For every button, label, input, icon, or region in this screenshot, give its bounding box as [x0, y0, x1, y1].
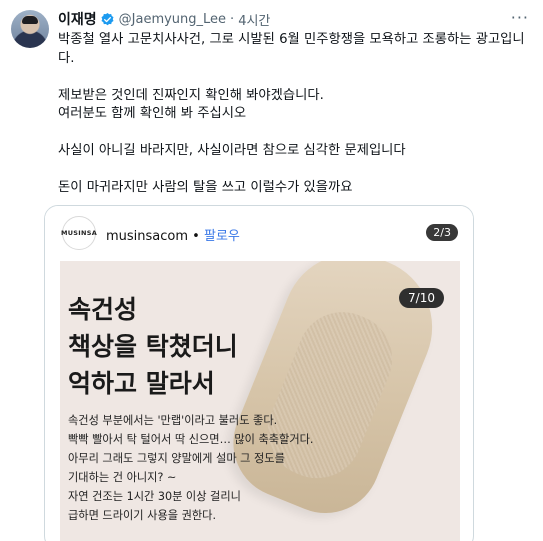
author-name[interactable]: 이재명	[58, 9, 97, 29]
body-line: 급하면 드라이기 사용을 권한다.	[68, 509, 217, 522]
body-line: 아무리 그래도 그렇지 양말에게 설마 그 정도를	[68, 452, 285, 465]
tweet-header: 이재명 @Jaemyung_Lee · 4시간	[58, 9, 270, 29]
profile-avatar[interactable]	[11, 10, 49, 48]
body-line: 자연 건조는 1시간 30분 이상 걸리니	[68, 490, 241, 503]
tweet-media-image[interactable]: MUSINSA musinsacom • 팔로우 2/3 7/10 속건성 책상…	[44, 205, 474, 541]
ad-body: 속건성 부분에서는 '만랩'이라고 불러도 좋다. 빡빡 빨아서 탁 털어서 딱…	[68, 411, 368, 525]
tweet-line-gap	[58, 161, 533, 180]
brand-dot: •	[192, 229, 200, 244]
verified-badge-icon	[101, 12, 114, 25]
card-counter: 7/10	[399, 288, 444, 308]
tweet-line: 박종철 열사 고문치사사건, 그로 시발된 6월 민주항쟁을 모욕하고 조롱하는…	[58, 32, 525, 47]
tweet-text: 박종철 열사 고문치사사건, 그로 시발된 6월 민주항쟁을 모욕하고 조롱하는…	[58, 31, 533, 198]
embedded-post-header: MUSINSA musinsacom • 팔로우 2/3	[45, 206, 473, 260]
tweet-line: 제보받은 것인데 진짜인지 확인해 봐야겠습니다.	[58, 87, 324, 103]
body-line: 빡빡 빨아서 탁 털어서 딱 신으면… 많이 축축할거다.	[68, 433, 314, 446]
tweet-line: 사실이 아니길 바라지만, 사실이라면 참으로 심각한 문제입니다	[58, 143, 406, 158]
headline-line: 억하고 말라서	[68, 369, 215, 398]
brand-name: musinsacom	[106, 229, 189, 244]
tweet-line-gap	[58, 68, 533, 87]
avatar-hair	[22, 16, 38, 24]
tweet-line: 돈이 마귀라지만 사람의 탈을 쓰고 이럴수가 있을까요	[58, 180, 353, 195]
ad-card: 7/10 속건성 책상을 탁쳤더니 억하고 말라서 속건성 부분에서는 '만랩'…	[60, 261, 460, 541]
meta-separator: ·	[230, 11, 235, 27]
headline-line: 책상을 탁쳤더니	[68, 332, 238, 361]
tweet-line-gap	[58, 124, 533, 143]
headline-line: 속건성	[68, 295, 138, 324]
author-handle[interactable]: @Jaemyung_Lee	[119, 12, 226, 27]
ad-headline: 속건성 책상을 탁쳤더니 억하고 말라서	[68, 291, 238, 402]
body-line: 속건성 부분에서는 '만랩'이라고 불러도 좋다.	[68, 414, 278, 427]
body-line: 기대하는 건 아니지? ~	[68, 471, 177, 484]
tweet-time[interactable]: 4시간	[238, 10, 270, 29]
tweet-line: 다.	[58, 50, 75, 66]
brand-account: musinsacom • 팔로우	[106, 225, 240, 244]
more-options-icon[interactable]: ···	[511, 8, 529, 27]
follow-link: 팔로우	[203, 229, 240, 244]
tweet-line: 여러분도 함께 확인해 봐 주십시오	[58, 106, 247, 121]
image-counter: 2/3	[426, 224, 458, 241]
musinsa-logo: MUSINSA	[61, 216, 97, 250]
